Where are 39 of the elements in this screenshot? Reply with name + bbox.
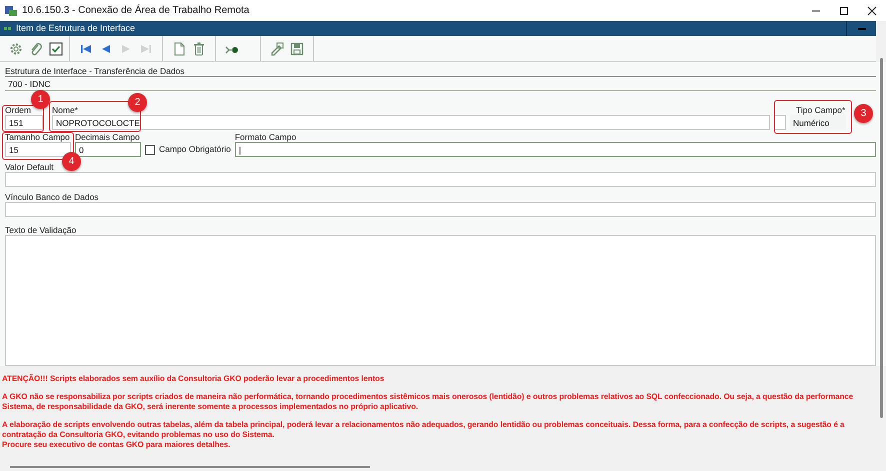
input-field[interactable]: NOPROTOCOLOCTE [52, 115, 770, 130]
horizontal-scrollbar[interactable] [10, 466, 370, 468]
input-field[interactable]: | [234, 142, 876, 157]
callout-number: 2 [128, 93, 147, 112]
field-label: Estrutura de Interface - Transferência de Dados [5, 66, 185, 76]
field-label: Valor Default [5, 162, 54, 172]
checkbox-icon[interactable] [48, 40, 64, 56]
maximize-icon[interactable] [839, 6, 849, 16]
field-label: Texto de Validação [5, 225, 76, 235]
remote-desktop-icon [4, 4, 18, 16]
grip-icon [4, 26, 12, 30]
panel-title: Item de Estrutura de Interface [16, 22, 136, 35]
field-label: Tipo Campo* [796, 105, 846, 115]
gear-icon[interactable] [8, 40, 24, 56]
input-field[interactable]: Numérico [790, 115, 846, 130]
blank-field[interactable] [774, 115, 786, 130]
callout-number: 1 [31, 90, 50, 109]
field-label: Formato Campo [234, 132, 296, 142]
input-field[interactable]: 15 [5, 142, 71, 157]
checkbox[interactable] [145, 144, 155, 154]
save-icon[interactable] [289, 40, 305, 56]
edit-icon[interactable] [269, 40, 285, 56]
callout-number: 3 [854, 104, 873, 123]
field-label: Nome* [52, 105, 78, 115]
structure-field[interactable]: 700 - IDNC [5, 76, 876, 91]
default-value-field[interactable] [5, 172, 876, 187]
field-label: Vínculo Banco de Dados [5, 192, 99, 202]
checkbox-label: Campo Obrigatório [159, 143, 231, 156]
field-label: Decimais Campo [75, 132, 140, 142]
database-link-field[interactable] [5, 202, 876, 217]
trash-icon[interactable] [191, 40, 207, 56]
field-label: Tamanho Campo [5, 132, 70, 142]
input-field[interactable]: 151 [5, 115, 43, 130]
scrollbar[interactable] [880, 58, 883, 418]
field-label: Ordem [5, 105, 31, 115]
window-title: 10.6.150.3 - Conexão de Área de Trabalho Remota [22, 3, 250, 18]
callout-number: 4 [62, 152, 81, 171]
input-field[interactable]: 0 [75, 142, 141, 157]
close-icon[interactable] [867, 6, 877, 16]
